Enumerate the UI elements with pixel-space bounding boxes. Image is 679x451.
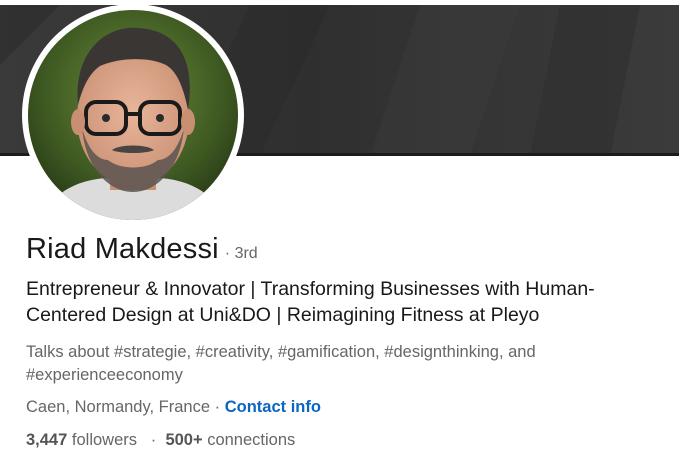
location: Caen, Normandy, France <box>26 398 211 416</box>
profile-headline: Entrepreneur & Innovator | Transforming … <box>26 278 595 326</box>
connections-link[interactable]: 500+ connections <box>165 431 295 449</box>
separator-dot: · <box>214 398 225 416</box>
contact-info-link[interactable]: Contact info <box>225 398 321 416</box>
connection-degree: · 3rd <box>224 245 258 262</box>
network-stats: 3,447 followers · 500+ connections <box>26 431 295 450</box>
followers-label: followers <box>71 431 137 449</box>
profile-avatar[interactable] <box>22 4 244 226</box>
followers-link[interactable]: 3,447 followers <box>26 431 137 449</box>
location-row: Caen, Normandy, France · Contact info <box>26 398 321 417</box>
followers-count: 3,447 <box>26 431 68 449</box>
connections-label: connections <box>207 431 296 449</box>
talks-about: Talks about #strategie, #creativity, #ga… <box>26 343 536 384</box>
connection-degree-value: 3rd <box>234 245 258 262</box>
connections-count: 500+ <box>165 431 203 449</box>
name-row: Riad Makdessi · 3rd <box>26 233 258 273</box>
avatar-photo <box>28 10 238 220</box>
profile-name: Riad Makdessi <box>26 233 219 265</box>
separator-dot: · <box>141 431 161 449</box>
